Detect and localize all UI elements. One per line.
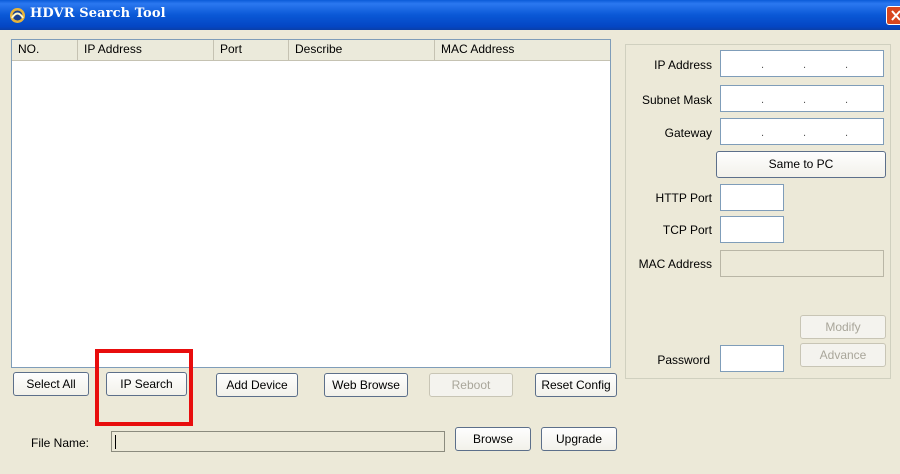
subnet-mask-label: Subnet Mask	[641, 93, 712, 107]
app-logo-icon	[9, 7, 26, 24]
same-to-pc-button[interactable]: Same to PC	[716, 151, 886, 178]
ip-address-field[interactable]: . . .	[720, 50, 884, 77]
column-header-ip-address[interactable]: IP Address	[78, 40, 214, 60]
column-header-port[interactable]: Port	[214, 40, 289, 60]
http-port-label: HTTP Port	[655, 191, 712, 205]
password-label: Password	[657, 353, 710, 367]
mac-address-field	[720, 250, 884, 277]
title-bar[interactable]: HDVR Search Tool	[0, 0, 900, 30]
close-button[interactable]	[886, 6, 900, 25]
close-icon	[891, 10, 900, 21]
file-name-label: File Name:	[31, 436, 90, 450]
http-port-field[interactable]	[720, 184, 784, 211]
window-title: HDVR Search Tool	[30, 6, 166, 21]
reset-config-button[interactable]: Reset Config	[535, 373, 617, 397]
select-all-button[interactable]: Select All	[13, 372, 89, 396]
app-window: HDVR Search Tool NO. IP Address Port Des…	[0, 0, 900, 474]
column-header-no[interactable]: NO.	[12, 40, 78, 60]
upgrade-button[interactable]: Upgrade	[541, 427, 617, 451]
add-device-button[interactable]: Add Device	[216, 373, 298, 397]
advance-button[interactable]: Advance	[800, 343, 886, 367]
mac-address-label: MAC Address	[638, 257, 712, 271]
gateway-label: Gateway	[664, 126, 712, 140]
browse-button[interactable]: Browse	[455, 427, 531, 451]
text-caret	[115, 435, 116, 449]
ip-address-label: IP Address	[654, 58, 712, 72]
modify-button[interactable]: Modify	[800, 315, 886, 339]
password-field[interactable]	[720, 345, 784, 372]
gateway-field[interactable]: . . .	[720, 118, 884, 145]
column-header-mac-address[interactable]: MAC Address	[435, 40, 612, 60]
column-header-describe[interactable]: Describe	[289, 40, 435, 60]
tcp-port-label: TCP Port	[662, 223, 712, 237]
device-list[interactable]: NO. IP Address Port Describe MAC Address	[11, 39, 611, 368]
file-name-input[interactable]	[111, 431, 445, 452]
tcp-port-field[interactable]	[720, 216, 784, 243]
subnet-mask-field[interactable]: . . .	[720, 85, 884, 112]
reboot-button[interactable]: Reboot	[429, 373, 513, 397]
ip-search-highlight	[95, 349, 193, 426]
web-browse-button[interactable]: Web Browse	[324, 373, 408, 397]
device-list-header: NO. IP Address Port Describe MAC Address	[12, 40, 610, 61]
